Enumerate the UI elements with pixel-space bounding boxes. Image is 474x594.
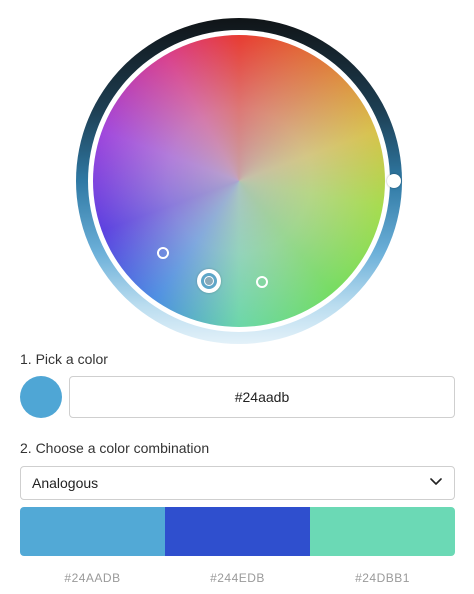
pick-color-label: 1. Pick a color	[20, 351, 108, 367]
hex-color-input[interactable]	[69, 376, 455, 418]
chevron-down-icon	[430, 478, 442, 485]
combination-select-value: Analogous	[32, 475, 99, 491]
brightness-handle[interactable]	[387, 174, 401, 188]
combination-select[interactable]: Analogous	[20, 466, 455, 500]
harmony-marker-left[interactable]	[157, 247, 169, 259]
color-palette	[20, 507, 455, 556]
selected-color-swatch[interactable]	[20, 376, 62, 418]
palette-codes: #24AADB #244EDB #24DBB1	[20, 571, 455, 585]
palette-code-3: #24DBB1	[355, 571, 410, 585]
palette-swatch-1[interactable]	[20, 507, 165, 556]
palette-code-1: #24AADB	[64, 571, 121, 585]
color-wheel-area	[0, 0, 474, 346]
palette-code-2: #244EDB	[210, 571, 265, 585]
primary-color-marker[interactable]	[197, 269, 221, 293]
palette-swatch-2[interactable]	[165, 507, 310, 556]
harmony-marker-right[interactable]	[256, 276, 268, 288]
combination-label: 2. Choose a color combination	[20, 440, 210, 456]
palette-swatch-3[interactable]	[310, 507, 455, 556]
color-wheel-saturation-fade	[93, 35, 385, 327]
